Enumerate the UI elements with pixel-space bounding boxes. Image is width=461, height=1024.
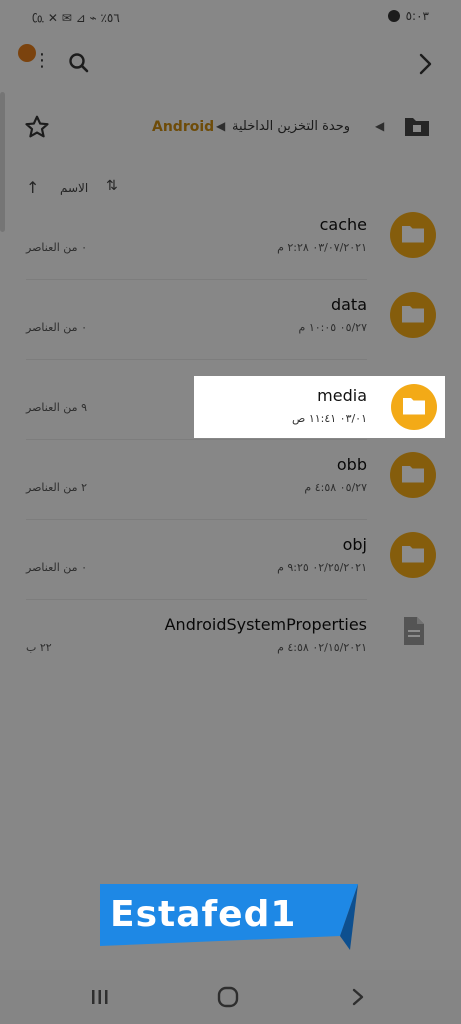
watermark-logo: Estafed1: [100, 884, 358, 950]
item-name: media: [317, 386, 367, 405]
folder-icon: [391, 384, 437, 430]
highlighted-item-media[interactable]: media ٠٣/٠١ ١١:٤١ ص: [194, 376, 445, 438]
dim-overlay: [0, 0, 461, 1024]
item-date: ٠٣/٠١ ١١:٤١ ص: [292, 412, 367, 425]
watermark-text: Estafed1: [110, 894, 297, 935]
